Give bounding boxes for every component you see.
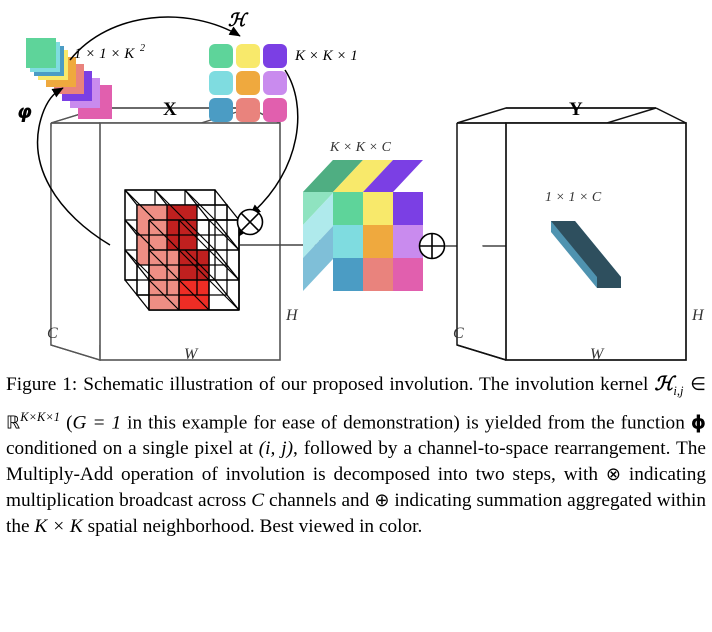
caption-text-7: channels and [264, 489, 375, 511]
multiply-icon [236, 208, 264, 236]
caption-text-4: conditioned on a single pixel at [6, 438, 259, 460]
label-script-h: ℋ [228, 10, 249, 30]
label-phi: φ [17, 101, 32, 123]
caption-in-symbol: ∈ [683, 374, 706, 395]
caption-kernel-symbol: ℋ [654, 374, 674, 395]
caption-g-equation: G = 1 [72, 412, 122, 434]
label-input-H: H [285, 307, 299, 324]
add-icon [418, 232, 446, 260]
label-input-C: C [47, 325, 58, 342]
label-output-C: C [453, 325, 464, 342]
caption-ij-coordinate: (i, j) [258, 438, 294, 460]
caption-text-3: in this example for ease of demonstratio… [121, 412, 691, 434]
caption-oplus-symbol: ⊕ [374, 489, 390, 511]
input-patch-grid [124, 189, 240, 311]
caption-prefix: Figure 1: [6, 374, 78, 395]
caption-reals-symbol: ℝ [6, 412, 21, 434]
label-output-tensor: Y [569, 99, 583, 120]
caption-text-9: spatial neighborhood. Best viewed in col… [82, 515, 423, 537]
label-output-W: W [590, 346, 605, 363]
label-kernel-grid-dim: K × K × 1 [294, 48, 358, 64]
caption-reals-superscript: K×K×1 [20, 409, 61, 424]
caption-c-variable: C [251, 489, 265, 511]
label-slab-dim: K × K × C [329, 140, 392, 155]
broadcast-slab [303, 160, 423, 291]
label-kernel-vector-dim: 1 × 1 × K [74, 46, 135, 62]
caption-phi-symbol: ϕ [690, 411, 706, 434]
caption-otimes-symbol: ⊗ [605, 464, 621, 485]
caption-kxk: K × K [34, 515, 83, 537]
svg-text:2: 2 [140, 43, 145, 54]
caption-text-1: Schematic illustration of our proposed i… [77, 374, 655, 395]
caption-text-2: ( [60, 412, 73, 434]
figure-illustration: φ ℋ 1 × 1 × K 2 K × K × 1 K × K × C 1 × … [0, 0, 712, 368]
label-output-bar-dim: 1 × 1 × C [545, 190, 602, 205]
figure-caption: Figure 1: Schematic illustration of our … [6, 372, 706, 540]
kernel-grid-3x3 [209, 44, 287, 122]
label-input-tensor: X [163, 99, 177, 120]
caption-kernel-subscript: i,j [673, 383, 684, 398]
label-input-W: W [184, 346, 199, 363]
label-output-H: H [691, 307, 705, 324]
